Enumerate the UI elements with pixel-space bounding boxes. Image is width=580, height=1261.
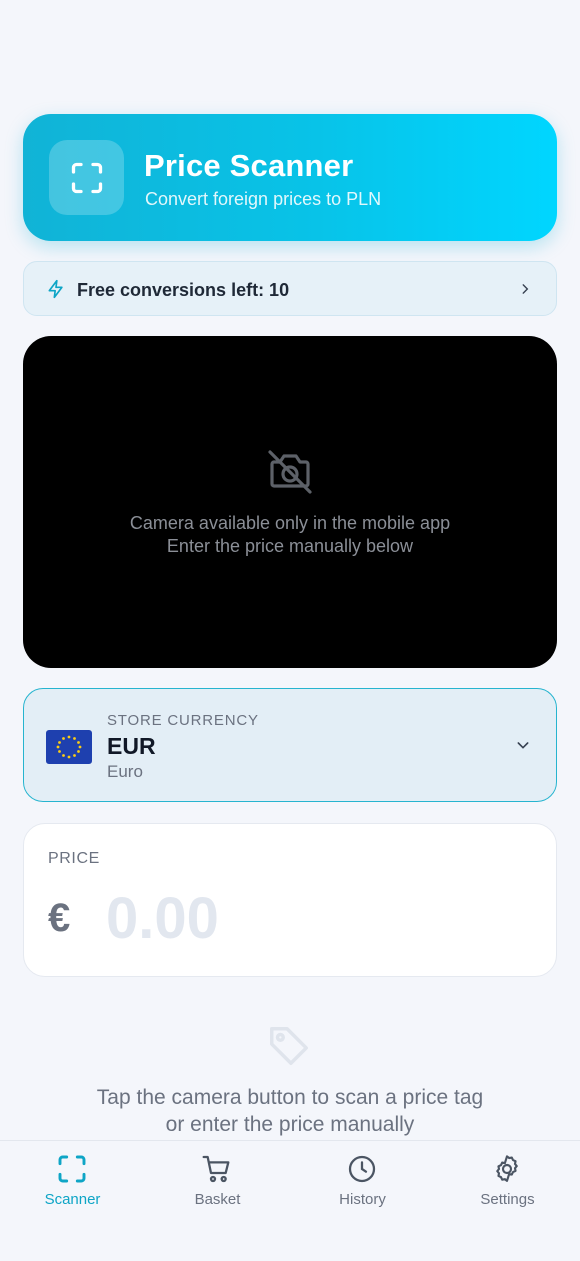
- nav-label-settings: Settings: [480, 1191, 535, 1208]
- store-currency-select[interactable]: STORE CURRENCY EUR Euro: [23, 688, 557, 802]
- nav-label-history: History: [339, 1191, 386, 1208]
- page-title: Price Scanner: [144, 148, 354, 183]
- currency-label: STORE CURRENCY: [107, 712, 259, 729]
- bottom-navigation: Scanner Basket History Settings: [0, 1140, 580, 1261]
- currency-code: EUR: [107, 733, 156, 759]
- price-scanner-screen: Price Scanner Convert foreign prices to …: [0, 0, 580, 1261]
- currency-name: Euro: [107, 762, 143, 781]
- header-card: Price Scanner Convert foreign prices to …: [23, 114, 557, 241]
- page-subtitle: Convert foreign prices to PLN: [145, 189, 382, 209]
- price-input[interactable]: [106, 886, 526, 950]
- hint-line1: Tap the camera button to scan a price ta…: [96, 1086, 484, 1109]
- nav-item-basket[interactable]: Basket: [145, 1141, 290, 1261]
- nav-label-scanner: Scanner: [44, 1191, 101, 1208]
- gear-icon: [491, 1153, 523, 1190]
- cart-icon: [201, 1153, 233, 1190]
- currency-symbol: €: [48, 896, 71, 940]
- price-tag-icon: [266, 1023, 312, 1074]
- chevron-down-icon: [514, 737, 532, 758]
- lightning-icon: [46, 278, 66, 305]
- nav-item-scanner[interactable]: Scanner: [0, 1141, 145, 1261]
- eu-flag-icon: [46, 730, 92, 769]
- free-conversions-banner[interactable]: Free conversions left: 10: [23, 261, 557, 316]
- scan-frame-icon: [49, 140, 124, 215]
- clock-icon: [346, 1153, 378, 1190]
- nav-label-basket: Basket: [194, 1191, 241, 1208]
- camera-message-line2: Enter the price manually below: [166, 536, 414, 556]
- free-conversions-label: Free conversions left: 10: [77, 280, 290, 300]
- camera-preview: Camera available only in the mobile app …: [23, 336, 557, 668]
- camera-message-line1: Camera available only in the mobile app: [129, 513, 451, 533]
- price-label: PRICE: [48, 850, 100, 867]
- camera-off-icon: [264, 448, 316, 501]
- nav-item-settings[interactable]: Settings: [435, 1141, 580, 1261]
- price-card: PRICE €: [23, 823, 557, 977]
- nav-item-history[interactable]: History: [290, 1141, 435, 1261]
- chevron-right-icon: [518, 280, 532, 303]
- scan-frame-icon: [56, 1153, 88, 1190]
- hint-line2: or enter the price manually: [165, 1113, 415, 1136]
